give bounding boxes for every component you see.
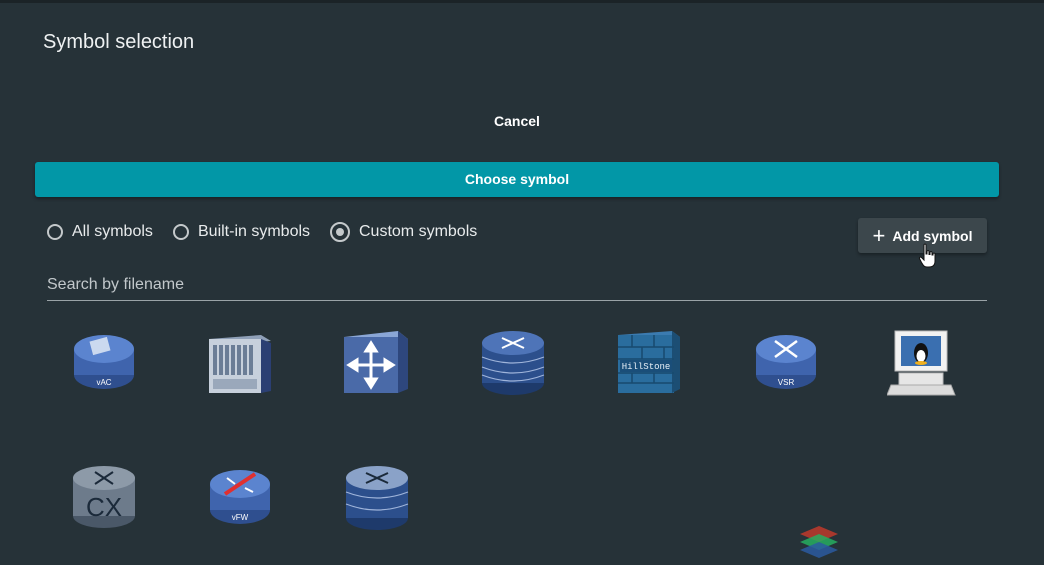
dialog-title: Symbol selection: [43, 31, 195, 53]
radio-all-symbols[interactable]: All symbols: [47, 221, 153, 243]
radio-builtin-symbols[interactable]: Built-in symbols: [173, 221, 310, 243]
radio-circle-icon[interactable]: [173, 224, 189, 240]
add-symbol-label: Add symbol: [892, 227, 973, 244]
search-field[interactable]: [47, 272, 987, 301]
linux-workstation-icon[interactable]: [887, 327, 957, 397]
symbol-label: vAC: [96, 378, 111, 387]
radio-custom-symbols[interactable]: Custom symbols: [330, 221, 477, 243]
dialog-top-border: [0, 0, 1044, 3]
choose-symbol-button[interactable]: Choose symbol: [35, 162, 999, 197]
hand-cursor-icon: [918, 243, 936, 268]
stacked-router-icon[interactable]: [478, 327, 548, 397]
symbol-label: VSR: [778, 378, 795, 387]
layer3-switch-icon[interactable]: [342, 327, 412, 397]
vfw-firewall-icon[interactable]: vFW: [205, 462, 275, 532]
cx-switch-icon[interactable]: CX: [69, 462, 139, 532]
plus-icon: +: [872, 222, 886, 248]
symbol-label: CX: [86, 492, 122, 522]
symbol-label: vFW: [232, 513, 249, 522]
vac-router-icon[interactable]: vAC: [69, 327, 139, 397]
symbol-label: HillStone: [622, 362, 671, 372]
chassis-server-icon[interactable]: [205, 327, 275, 397]
radio-label: Built-in symbols: [198, 223, 311, 240]
stacked-router-2-icon[interactable]: [342, 462, 412, 532]
cancel-button[interactable]: Cancel: [470, 108, 564, 134]
radio-label: Custom symbols: [359, 223, 478, 240]
radio-label: All symbols: [72, 223, 153, 240]
vsr-router-icon[interactable]: VSR: [751, 327, 821, 397]
watermark: [798, 524, 1044, 560]
stacked-layers-logo-icon: [800, 526, 838, 558]
search-input[interactable]: [47, 272, 987, 298]
radio-selected-icon[interactable]: [330, 222, 350, 242]
radio-circle-icon[interactable]: [47, 224, 63, 240]
hillstone-firewall-icon[interactable]: HillStone: [614, 327, 684, 397]
